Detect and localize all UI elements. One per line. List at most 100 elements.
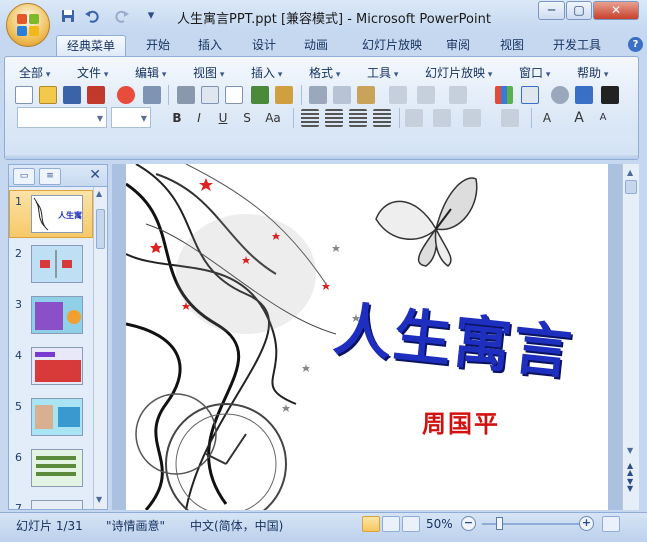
scroll-thumb[interactable]: [96, 209, 105, 249]
tab-insert[interactable]: 插入: [190, 35, 230, 56]
outline-tab-icon[interactable]: ≡: [39, 168, 61, 185]
help-icon[interactable]: ?: [628, 37, 643, 52]
undo-toolbar-icon[interactable]: [417, 86, 435, 104]
grow-font-button[interactable]: A: [569, 109, 589, 127]
picture-icon[interactable]: [575, 86, 593, 104]
menu-insert[interactable]: 插入: [251, 64, 282, 81]
tab-slideshow[interactable]: 幻灯片放映: [350, 35, 434, 56]
format-painter-icon[interactable]: [389, 86, 407, 104]
menu-all[interactable]: 全部: [19, 64, 50, 81]
slideshow-view-icon[interactable]: [402, 516, 420, 532]
next-slide-icon[interactable]: ▼ ▼: [627, 478, 633, 493]
office-button[interactable]: [6, 3, 50, 47]
table-icon[interactable]: [521, 86, 539, 104]
fit-to-window-icon[interactable]: [602, 516, 620, 532]
menu-help[interactable]: 帮助: [577, 64, 608, 81]
menu-format[interactable]: 格式: [309, 64, 340, 81]
align-center-icon[interactable]: [325, 109, 343, 127]
italic-button[interactable]: I: [189, 109, 209, 127]
thumbnail-slide-6[interactable]: [31, 449, 83, 487]
text-direction-icon[interactable]: [433, 109, 451, 127]
color-icon[interactable]: [601, 86, 619, 104]
tab-animation[interactable]: 动画: [296, 35, 336, 56]
scroll-thumb[interactable]: [625, 180, 637, 194]
menu-file[interactable]: 文件: [77, 64, 108, 81]
slide-scrollbar[interactable]: ▲ ▼ ▲ ▲ ▼ ▼: [622, 164, 639, 510]
chart-icon[interactable]: [495, 86, 513, 104]
bold-button[interactable]: B: [167, 109, 187, 127]
normal-view-icon[interactable]: [362, 516, 380, 532]
close-button[interactable]: ✕: [593, 1, 639, 20]
thumbnail-scrollbar[interactable]: ▲ ▼: [93, 187, 107, 509]
title-bar: ▾ 人生寓言PPT.ppt [兼容模式] - Microsoft PowerPo…: [0, 0, 647, 47]
justify-icon[interactable]: [373, 109, 391, 127]
slides-tab-icon[interactable]: ▭: [13, 168, 35, 185]
minimize-button[interactable]: ─: [538, 1, 565, 20]
email-icon[interactable]: [143, 86, 161, 104]
font-color-button[interactable]: A: [537, 109, 557, 127]
print-icon[interactable]: [177, 86, 195, 104]
font-size-dropdown[interactable]: ▼: [111, 107, 151, 128]
open-icon[interactable]: [39, 86, 57, 104]
scroll-down-icon[interactable]: ▼: [96, 495, 102, 504]
research-icon[interactable]: [275, 86, 293, 104]
align-left-icon[interactable]: [301, 109, 319, 127]
numbering-icon[interactable]: [463, 109, 481, 127]
thumbnail-slide-4[interactable]: [31, 347, 83, 385]
align-right-icon[interactable]: [349, 109, 367, 127]
maximize-button[interactable]: ▢: [566, 1, 592, 20]
menu-tools[interactable]: 工具: [367, 64, 398, 81]
tab-classic-menu[interactable]: 经典菜单: [56, 35, 126, 56]
thumbnail-slide-7[interactable]: [31, 500, 83, 509]
slide-canvas[interactable]: 人生寓言 周国平: [126, 164, 608, 510]
thumbnail-slide-2[interactable]: [31, 245, 83, 283]
font-name-dropdown[interactable]: ▼: [17, 107, 107, 128]
redo-toolbar-icon[interactable]: [449, 86, 467, 104]
tab-developer[interactable]: 开发工具: [546, 35, 608, 56]
preview-icon[interactable]: [201, 86, 219, 104]
zoom-level[interactable]: 50%: [426, 517, 453, 531]
tab-design[interactable]: 设计: [244, 35, 284, 56]
shadow-button[interactable]: S: [237, 109, 257, 127]
scroll-down-icon[interactable]: ▼: [627, 446, 633, 455]
tab-home[interactable]: 开始: [136, 35, 180, 56]
undo-icon[interactable]: [84, 8, 100, 24]
bullets-icon[interactable]: [501, 109, 519, 127]
scroll-up-icon[interactable]: ▲: [627, 168, 633, 177]
copy-icon[interactable]: [333, 86, 351, 104]
zoom-in-icon[interactable]: +: [579, 516, 594, 531]
change-case-button[interactable]: Aa: [261, 109, 285, 127]
thumbnail-slide-3[interactable]: [31, 296, 83, 334]
redo-icon[interactable]: [114, 8, 130, 24]
cut-icon[interactable]: [309, 86, 327, 104]
print-preview-icon[interactable]: [117, 86, 135, 104]
panel-close-icon[interactable]: ✕: [89, 167, 101, 183]
save-icon[interactable]: [60, 8, 76, 24]
clipart-icon[interactable]: [551, 86, 569, 104]
menu-edit[interactable]: 编辑: [135, 64, 166, 81]
thumbnail-slide-5[interactable]: [31, 398, 83, 436]
previous-slide-icon[interactable]: ▲ ▲: [627, 462, 633, 477]
menu-slideshow[interactable]: 幻灯片放映: [425, 64, 492, 81]
menu-view[interactable]: 视图: [193, 64, 224, 81]
tab-view[interactable]: 视图: [492, 35, 532, 56]
scroll-up-icon[interactable]: ▲: [96, 189, 102, 198]
spelling-icon[interactable]: [251, 86, 269, 104]
shrink-font-button[interactable]: A: [593, 109, 613, 127]
paste-icon[interactable]: [357, 86, 375, 104]
menu-window[interactable]: 窗口: [519, 64, 550, 81]
underline-button[interactable]: U: [213, 109, 233, 127]
new-icon[interactable]: [15, 86, 33, 104]
customize-quick-access-button[interactable]: ▾: [143, 8, 159, 24]
slide-sorter-icon[interactable]: [382, 516, 400, 532]
slide-icon[interactable]: [225, 86, 243, 104]
save-toolbar-icon[interactable]: [63, 86, 81, 104]
language-indicator[interactable]: 中文(简体，中国): [190, 517, 283, 534]
zoom-slider-thumb[interactable]: [496, 517, 503, 530]
permission-icon[interactable]: [87, 86, 105, 104]
columns-icon[interactable]: [405, 109, 423, 127]
tab-review[interactable]: 审阅: [438, 35, 478, 56]
thumbnail-slide-1[interactable]: 人生寓: [31, 195, 83, 233]
slide-author[interactable]: 周国平: [422, 404, 500, 439]
zoom-out-icon[interactable]: −: [461, 516, 476, 531]
